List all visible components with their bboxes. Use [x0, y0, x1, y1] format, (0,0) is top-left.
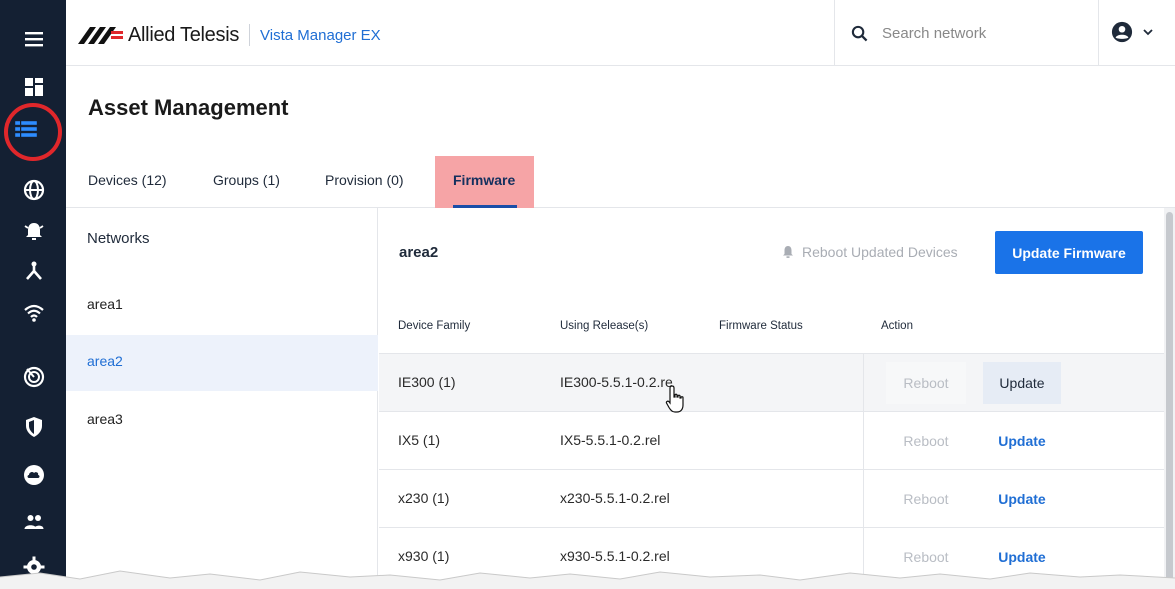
hand-pointer-icon — [665, 385, 684, 413]
table-row: x230 (1) x230-5.5.1-0.2.rel Reboot Updat… — [379, 469, 1164, 527]
menu-icon[interactable] — [22, 27, 46, 51]
action-cell: Reboot Update — [863, 412, 1164, 469]
reboot-updated-devices-label: Reboot Updated Devices — [802, 244, 958, 260]
user-avatar-icon — [1111, 21, 1133, 43]
user-menu[interactable] — [1111, 21, 1153, 43]
device-family-cell: x930 (1) — [398, 548, 450, 564]
allied-telesis-logo-icon — [78, 27, 123, 44]
users-icon[interactable] — [22, 510, 46, 534]
device-family-cell: IX5 (1) — [398, 432, 441, 448]
reboot-updated-devices-button[interactable]: Reboot Updated Devices — [781, 244, 958, 260]
device-family-cell: IE300 (1) — [398, 374, 456, 390]
header-divider — [249, 24, 251, 46]
page-title: Asset Management — [88, 95, 289, 120]
release-cell: x230-5.5.1-0.2.rel — [560, 490, 670, 506]
product-name[interactable]: Vista Manager EX — [260, 27, 381, 44]
column-header-device-family: Device Family — [398, 320, 471, 332]
search-icon — [851, 25, 868, 41]
cloud-icon[interactable] — [22, 463, 46, 487]
tab-bar: Devices (12) Groups (1) Provision (0) Fi… — [66, 150, 1175, 208]
torn-edge-decoration — [0, 570, 1175, 589]
tab-firmware[interactable]: Firmware — [453, 172, 515, 188]
action-cell: Reboot Update — [863, 354, 1164, 411]
brand-name: Allied Telesis — [128, 23, 240, 46]
sla-icon[interactable] — [22, 365, 46, 389]
column-header-using-releases: Using Release(s) — [560, 320, 649, 332]
app-logo[interactable]: Allied Telesis Vista Manager EX — [78, 22, 381, 48]
update-button[interactable]: Update — [983, 478, 1061, 520]
top-header: Allied Telesis Vista Manager EX — [66, 0, 1175, 66]
release-cell: IX5-5.5.1-0.2.rel — [560, 432, 661, 448]
update-firmware-button[interactable]: Update Firmware — [995, 231, 1143, 274]
network-item-area3[interactable]: area3 — [66, 393, 378, 449]
column-header-firmware-status: Firmware Status — [719, 320, 803, 332]
tab-provision[interactable]: Provision (0) — [325, 172, 404, 188]
networks-title: Networks — [87, 230, 150, 247]
security-icon[interactable] — [22, 415, 46, 439]
area-title: area2 — [399, 244, 439, 261]
search-box[interactable] — [834, 0, 1099, 66]
device-family-cell: x230 (1) — [398, 490, 450, 506]
search-input[interactable] — [882, 24, 1082, 42]
wifi-icon[interactable] — [22, 301, 46, 325]
action-cell: Reboot Update — [863, 470, 1164, 527]
reboot-button[interactable]: Reboot — [886, 478, 966, 520]
vertical-scrollbar[interactable] — [1164, 208, 1175, 589]
table-row: IX5 (1) IX5-5.5.1-0.2.rel Reboot Update — [379, 411, 1164, 469]
update-button[interactable]: Update — [983, 362, 1061, 404]
network-item-area1[interactable]: area1 — [66, 278, 378, 334]
release-cell: IE300-5.5.1-0.2.re — [560, 374, 673, 390]
topology-icon[interactable] — [22, 259, 46, 283]
column-header-action: Action — [881, 320, 913, 332]
dashboard-icon[interactable] — [22, 75, 46, 99]
reboot-button[interactable]: Reboot — [886, 420, 966, 462]
update-button[interactable]: Update — [983, 420, 1061, 462]
firmware-detail-panel: area2 Reboot Updated Devices Update Firm… — [379, 208, 1164, 589]
alarm-bell-icon — [783, 246, 793, 258]
annotation-circle — [4, 103, 62, 161]
release-cell: x930-5.5.1-0.2.rel — [560, 548, 670, 564]
chevron-down-icon — [1143, 29, 1153, 36]
reboot-button[interactable]: Reboot — [886, 362, 966, 404]
network-item-area2[interactable]: area2 — [66, 335, 378, 391]
tab-groups[interactable]: Groups (1) — [213, 172, 280, 188]
side-nav — [0, 0, 66, 589]
networks-panel: Networks area1 area2 area3 — [66, 208, 378, 589]
table-row: IE300 (1) IE300-5.5.1-0.2.re Reboot Upda… — [379, 353, 1164, 411]
scrollbar-thumb[interactable] — [1166, 212, 1173, 582]
globe-icon[interactable] — [22, 178, 46, 202]
tab-devices[interactable]: Devices (12) — [88, 172, 167, 188]
alarm-icon[interactable] — [22, 219, 46, 243]
